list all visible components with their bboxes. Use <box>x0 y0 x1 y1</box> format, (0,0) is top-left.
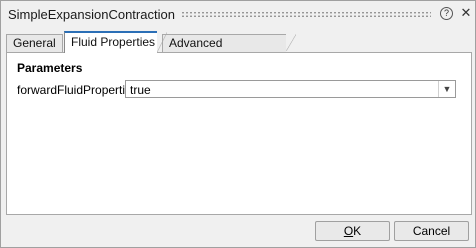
dialog-window: SimpleExpansionContraction ? ✕ General F… <box>0 0 476 248</box>
drag-grip[interactable] <box>181 11 431 18</box>
property-label: forwardFluidProperties <box>17 83 138 97</box>
title-bar[interactable]: SimpleExpansionContraction ? ✕ <box>1 1 475 27</box>
section-title-parameters: Parameters <box>17 61 83 75</box>
chevron-down-icon[interactable]: ▼ <box>438 81 455 97</box>
ok-mnemonic: O <box>343 224 354 238</box>
dialog-title: SimpleExpansionContraction <box>8 7 175 22</box>
tab-advanced-initialization[interactable]: Advanced Initialization <box>162 34 296 67</box>
tab-content-panel: Parameters forwardFluidProperties true ▼ <box>6 52 472 215</box>
ok-button[interactable]: OK <box>315 221 390 241</box>
help-icon[interactable]: ? <box>440 7 453 20</box>
close-icon[interactable]: ✕ <box>459 5 473 21</box>
cancel-button[interactable]: Cancel <box>394 221 469 241</box>
tab-general[interactable]: General <box>6 34 63 52</box>
tab-strip: General Fluid Properties Advanced Initia… <box>6 31 471 67</box>
tab-fluid-properties[interactable]: Fluid Properties <box>64 31 167 53</box>
select-value: true <box>130 83 151 97</box>
ok-label-rest: K <box>353 224 362 238</box>
forward-fluid-properties-select[interactable]: true ▼ <box>125 80 456 98</box>
